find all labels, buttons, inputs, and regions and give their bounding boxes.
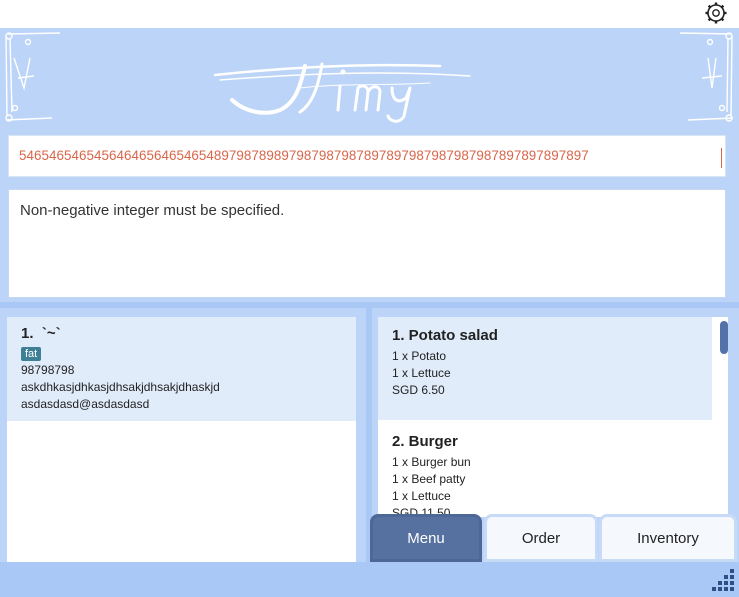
menu-item-ingredient: 1 x Burger bun: [392, 455, 471, 469]
gear-icon[interactable]: [704, 1, 728, 25]
logo-script: [213, 62, 471, 123]
left-frame-icon: [5, 32, 61, 122]
menu-item-title: 2. Burger: [392, 433, 458, 450]
person-name: `~`: [41, 325, 61, 342]
resize-grip-icon[interactable]: [708, 565, 736, 593]
person-card[interactable]: 1. `~` fat 98798798 askdhkasjdhkasjdhsak…: [7, 317, 356, 421]
command-input[interactable]: 5465465465456464656465465489798789897987…: [8, 135, 726, 177]
logo-banner: [0, 28, 739, 127]
person-list-panel: 1. `~` fat 98798798 askdhkasjdhkasjdhsak…: [0, 308, 366, 562]
person-header: 1. `~`: [21, 325, 342, 342]
person-address: askdhkasjdhkasjdhsakjdhsakjdhaskjd: [21, 380, 220, 394]
menu-item-ingredient: 1 x Lettuce: [392, 366, 451, 380]
tab-bar: Menu Order Inventory: [370, 514, 739, 562]
menu-list-scrollbar[interactable]: [720, 321, 728, 354]
logo-icon: [5, 32, 734, 123]
menu-item-title: 1. Potato salad: [392, 327, 498, 344]
status-bar: [0, 562, 739, 597]
right-frame-icon: [679, 32, 734, 122]
menu-item-price: SGD 6.50: [392, 383, 445, 397]
menu-item-card[interactable]: 2. Burger 1 x Burger bun 1 x Beef patty …: [378, 423, 712, 517]
menu-list[interactable]: 1. Potato salad 1 x Potato 1 x Lettuce S…: [378, 317, 728, 517]
text-caret: [721, 148, 722, 168]
result-message: Non-negative integer must be specified.: [20, 202, 285, 219]
top-bar: [0, 0, 739, 28]
person-index: 1.: [21, 325, 34, 342]
tab-menu[interactable]: Menu: [370, 514, 482, 562]
menu-item-ingredient: 1 x Lettuce: [392, 489, 451, 503]
result-display[interactable]: Non-negative integer must be specified.: [8, 189, 726, 298]
person-email: asdasdasd@asdasdasd: [21, 397, 150, 411]
tab-order[interactable]: Order: [484, 514, 598, 562]
person-phone: 98798798: [21, 363, 75, 377]
command-text[interactable]: 5465465465456464656465465489798789897987…: [19, 148, 717, 163]
menu-item-card[interactable]: 1. Potato salad 1 x Potato 1 x Lettuce S…: [378, 317, 712, 420]
menu-item-ingredient: 1 x Beef patty: [392, 472, 466, 486]
menu-item-ingredient: 1 x Potato: [392, 349, 447, 363]
person-tag: fat: [21, 347, 42, 361]
tab-inventory[interactable]: Inventory: [599, 514, 737, 562]
result-area: Non-negative integer must be specified.: [0, 185, 739, 302]
command-box-area: 5465465465456464656465465489798789897987…: [0, 127, 739, 185]
person-list[interactable]: 1. `~` fat 98798798 askdhkasjdhkasjdhsak…: [7, 317, 356, 562]
